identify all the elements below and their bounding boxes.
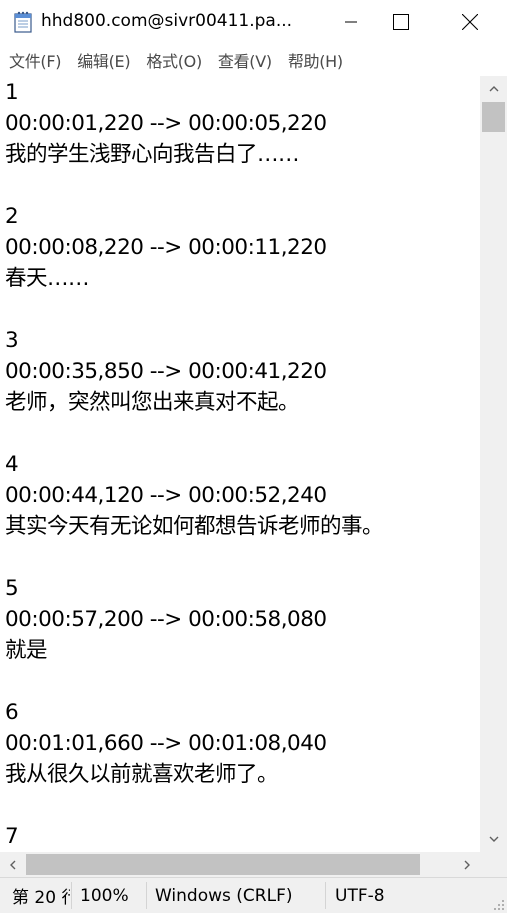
editor-content[interactable]: 1 00:00:01,220 --> 00:00:05,220 我的学生浅野心向… [0,76,480,852]
horizontal-scrollbar[interactable] [0,852,480,877]
menu-bar: 文件(F) 编辑(E) 格式(O) 查看(V) 帮助(H) [0,46,507,74]
minimize-button[interactable] [328,0,374,44]
menu-file[interactable]: 文件(F) [2,48,68,72]
text-editor[interactable]: 1 00:00:01,220 --> 00:00:05,220 我的学生浅野心向… [0,76,480,852]
menu-help[interactable]: 帮助(H) [281,48,350,72]
status-line-position: 第 20 行 [12,888,70,908]
status-zoom: 100% [80,885,129,906]
vertical-scrollbar[interactable] [480,76,507,852]
chevron-up-icon [489,86,498,92]
notepad-window: hhd800.com@sivr00411.pa... 文件(F) 编辑(E) 格… [0,0,507,913]
scroll-left-button[interactable] [0,852,26,877]
scroll-up-button[interactable] [480,76,507,102]
status-separator [71,882,72,909]
menu-format[interactable]: 格式(O) [139,48,209,72]
scrollbar-corner [480,852,507,877]
close-button[interactable] [447,0,493,44]
status-separator [146,882,147,909]
status-encoding: UTF-8 [335,885,385,906]
status-bar: 第 20 行 100% Windows (CRLF) UTF-8 [0,877,507,913]
maximize-button[interactable] [378,0,424,44]
title-bar[interactable]: hhd800.com@sivr00411.pa... [0,0,507,44]
vertical-scroll-thumb[interactable] [482,102,505,132]
scroll-down-button[interactable] [480,826,507,852]
resize-grip-icon[interactable] [493,899,505,911]
minimize-icon [345,21,357,23]
horizontal-scroll-thumb[interactable] [26,854,420,875]
notepad-icon [14,11,32,33]
chevron-right-icon [464,860,470,869]
close-icon [462,14,478,30]
window-title: hhd800.com@sivr00411.pa... [41,11,293,31]
maximize-icon [393,14,409,30]
chevron-left-icon [10,860,16,869]
menu-view[interactable]: 查看(V) [211,48,279,72]
scroll-right-button[interactable] [454,852,480,877]
chevron-down-icon [489,836,498,842]
status-line-ending: Windows (CRLF) [155,885,293,906]
menu-edit[interactable]: 编辑(E) [70,48,137,72]
status-separator [325,882,326,909]
